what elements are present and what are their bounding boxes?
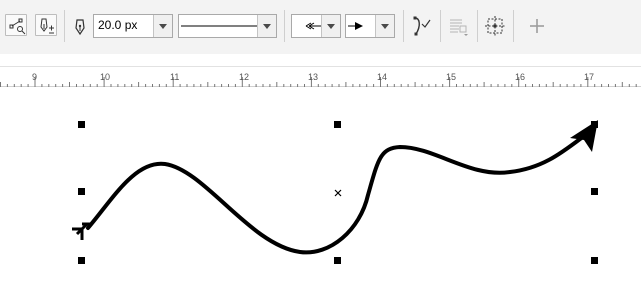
ruler-label: 13 [308,72,319,82]
selection-handle[interactable] [591,257,598,264]
ruler-label: 14 [377,72,388,82]
outline-width-value: 20.0 px [98,18,138,32]
line-style-icon [181,25,257,27]
horizontal-ruler[interactable]: 9 10 11 12 13 14 15 16 17 [0,66,641,87]
selection-handle[interactable] [591,188,598,195]
chevron-down-icon[interactable] [257,15,276,37]
separator [64,10,65,42]
selection-handle[interactable] [78,257,85,264]
ruler-label: 12 [239,72,250,82]
drawing-canvas[interactable] [0,87,641,291]
start-arrowhead-icon [305,22,321,30]
ruler-label: 10 [100,72,111,82]
end-arrowhead-selector[interactable] [345,14,395,38]
chevron-down-icon[interactable] [375,15,394,37]
ruler-label: 11 [170,72,180,82]
plus-icon[interactable] [525,14,549,38]
ruler-label: 9 [32,72,38,82]
center-marker-icon[interactable] [334,189,342,197]
curve-smoothing-icon[interactable] [410,14,434,38]
shape-tool-button[interactable] [5,14,27,36]
end-arrowhead-icon [348,22,363,30]
separator [284,10,285,42]
selection-handle[interactable] [591,121,598,128]
selection-handle[interactable] [78,188,85,195]
ruler-ticks [0,77,637,87]
pen-settings-icon [40,18,54,34]
ruler-label: 16 [515,72,526,82]
ruler-label: 17 [584,72,595,82]
selection-handle[interactable] [334,257,341,264]
separator [477,10,478,42]
outline-pen-button[interactable] [35,14,57,36]
chevron-down-icon[interactable] [153,15,172,37]
separator [440,10,441,42]
outline-width-field[interactable]: 20.0 px [93,14,173,38]
selection-handle[interactable] [78,121,85,128]
chevron-down-icon[interactable] [321,15,340,37]
start-arrowhead-selector[interactable] [291,14,341,38]
line-style-selector[interactable] [178,14,277,38]
bounding-box-icon[interactable] [483,14,507,38]
property-bar: 20.0 px [0,0,641,54]
separator [403,10,404,42]
wrap-text-icon[interactable] [447,14,471,38]
separator [513,10,514,42]
node-shape-icon [9,18,26,35]
selection-handle[interactable] [334,121,341,128]
ruler-label: 15 [446,72,457,82]
